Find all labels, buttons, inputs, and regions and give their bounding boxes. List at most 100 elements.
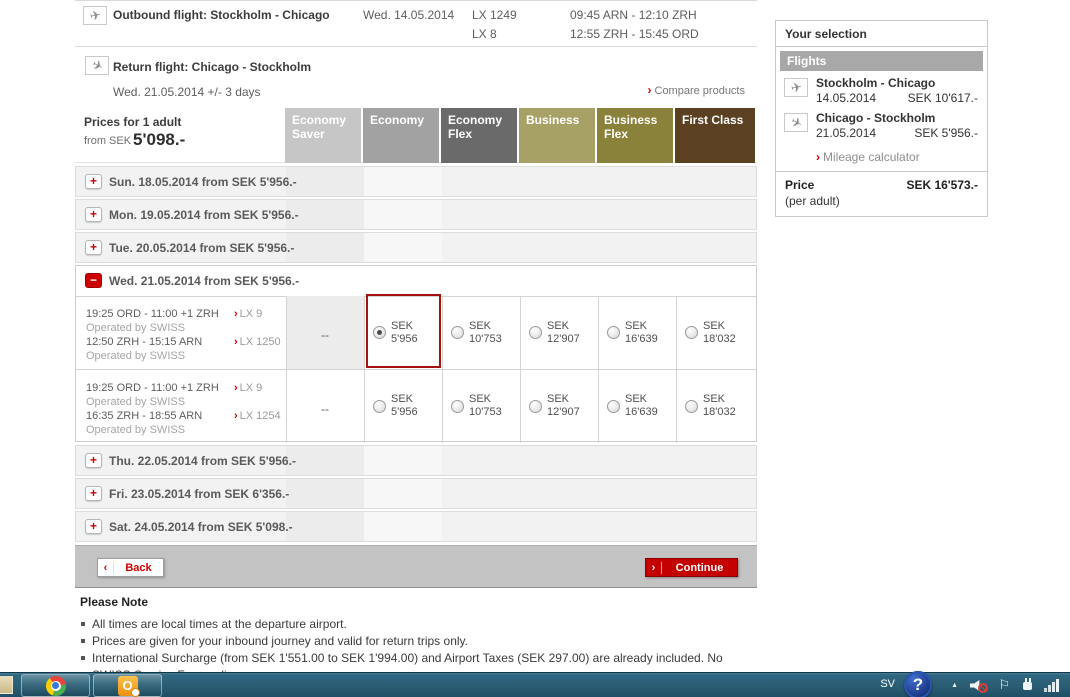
column-economy-flex: Economy Flex xyxy=(441,108,517,163)
arrival-plane-icon: ✈ xyxy=(784,113,808,132)
selected-return-route: Chicago - Stockholm xyxy=(816,111,935,125)
windows-taskbar: O SV ? ▲ ⚐ xyxy=(0,672,1070,697)
divider xyxy=(776,171,987,172)
date-row-fri[interactable]: + Fri. 23.05.2014 from SEK 6'356.- xyxy=(75,478,757,509)
forward-arrow-icon: › xyxy=(646,562,662,574)
radio-button[interactable] xyxy=(373,400,386,413)
screen: ✈ Outbound flight: Stockholm - Chicago W… xyxy=(0,0,1070,697)
departure-plane-icon: ✈ xyxy=(83,6,107,25)
radio-button[interactable] xyxy=(685,326,698,339)
back-arrow-icon: ‹ xyxy=(98,562,114,574)
radio-button[interactable] xyxy=(529,326,542,339)
link-arrow-icon: › xyxy=(234,336,238,348)
power-plug-icon[interactable] xyxy=(1020,678,1034,692)
price-label: Price xyxy=(785,178,814,192)
link-arrow-icon: › xyxy=(234,308,238,320)
link-arrow-icon: › xyxy=(648,83,652,97)
network-signal-icon[interactable] xyxy=(1044,679,1062,692)
outbound-date: Wed. 14.05.2014 xyxy=(363,8,454,22)
note-item: All times are local times at the departu… xyxy=(80,616,748,633)
fare-first-class-f1[interactable]: SEK 18'032 xyxy=(676,296,754,369)
per-adult-label: (per adult) xyxy=(785,194,840,208)
date-row-wed[interactable]: − Wed. 21.05.2014 from SEK 5'956.- xyxy=(76,266,756,296)
fare-business-flex-f1[interactable]: SEK 16'639 xyxy=(598,296,676,369)
radio-button[interactable] xyxy=(451,400,464,413)
your-selection-panel: Your selection Flights ✈ Stockholm - Chi… xyxy=(775,20,988,217)
return-flight-title: Return flight: Chicago - Stockholm xyxy=(113,60,311,74)
date-row-mon[interactable]: + Mon. 19.05.2014 from SEK 5'956.- xyxy=(75,199,757,230)
expand-button[interactable]: + xyxy=(85,240,102,255)
action-bar: ‹ Back › Continue xyxy=(75,545,757,588)
outbound-times-1: 09:45 ARN - 12:10 ZRH xyxy=(570,8,697,22)
date-row-sat[interactable]: + Sat. 24.05.2014 from SEK 5'098.- xyxy=(75,511,757,542)
column-shade xyxy=(286,446,364,475)
language-indicator[interactable]: SV xyxy=(880,678,895,690)
expand-button[interactable]: + xyxy=(85,207,102,222)
radio-button[interactable] xyxy=(685,400,698,413)
selected-outbound-price: SEK 10'617.- xyxy=(908,91,978,105)
column-shade xyxy=(286,233,364,262)
date-row-tue[interactable]: + Tue. 20.05.2014 from SEK 5'956.- xyxy=(75,232,757,263)
expanded-date-block: − Wed. 21.05.2014 from SEK 5'956.- 19:25… xyxy=(75,265,757,442)
arrival-plane-icon: ✈ xyxy=(85,56,109,75)
radio-button[interactable] xyxy=(451,326,464,339)
partial-taskbar-icon[interactable] xyxy=(0,676,13,694)
outbound-flight-number-2: LX 8 xyxy=(472,27,497,41)
link-arrow-icon: › xyxy=(234,382,238,394)
no-fare: -- xyxy=(286,328,364,342)
volume-muted-icon[interactable] xyxy=(970,678,988,693)
expand-button[interactable]: + xyxy=(85,486,102,501)
selected-outbound-route: Stockholm - Chicago xyxy=(816,76,935,90)
column-shade xyxy=(364,167,442,196)
chrome-taskbar-button[interactable] xyxy=(21,674,90,697)
no-fare: -- xyxy=(286,402,364,416)
return-date: Wed. 21.05.2014 +/- 3 days xyxy=(113,85,261,99)
collapse-button[interactable]: − xyxy=(85,273,102,288)
total-price: SEK 16'573.- xyxy=(906,178,978,192)
column-economy: Economy xyxy=(363,108,439,163)
fare-business-f2[interactable]: SEK 12'907 xyxy=(520,369,598,443)
radio-button[interactable] xyxy=(607,400,620,413)
show-hidden-icons-button[interactable]: ▲ xyxy=(951,682,958,689)
from-label: from SEK xyxy=(84,135,131,147)
mileage-calculator-link[interactable]: ›Mileage calculator xyxy=(816,150,920,164)
radio-button[interactable] xyxy=(373,326,386,339)
chrome-icon xyxy=(46,676,66,696)
flight-option-1-details: 19:25 ORD - 11:00 +1 ZRH›LX 9 Operated b… xyxy=(86,307,286,363)
back-button[interactable]: ‹ Back xyxy=(97,558,164,577)
expand-button[interactable]: + xyxy=(85,174,102,189)
selected-outbound-date: 14.05.2014 xyxy=(816,91,876,105)
column-shade xyxy=(364,512,442,541)
outbound-flight-number-1: LX 1249 xyxy=(472,8,517,22)
fare-business-flex-f2[interactable]: SEK 16'639 xyxy=(598,369,676,443)
column-business-flex: Business Flex xyxy=(597,108,673,163)
from-price: 5'098.- xyxy=(133,130,185,150)
expand-button[interactable]: + xyxy=(85,519,102,534)
fare-first-class-f2[interactable]: SEK 18'032 xyxy=(676,369,754,443)
prices-title: Prices for 1 adult xyxy=(84,115,181,129)
action-center-flag-icon[interactable]: ⚐ xyxy=(998,677,1010,693)
outlook-taskbar-button[interactable]: O xyxy=(93,674,162,697)
outbound-times-2: 12:55 ZRH - 15:45 ORD xyxy=(570,27,699,41)
compare-products-link[interactable]: ›Compare products xyxy=(648,83,746,97)
column-shade xyxy=(286,479,364,508)
fare-business-f1[interactable]: SEK 12'907 xyxy=(520,296,598,369)
date-row-thu[interactable]: + Thu. 22.05.2014 from SEK 5'956.- xyxy=(75,445,757,476)
fare-economy-flex-f2[interactable]: SEK 10'753 xyxy=(442,369,520,443)
selected-return-date: 21.05.2014 xyxy=(816,126,876,140)
radio-button[interactable] xyxy=(607,326,620,339)
selected-return-price: SEK 5'956.- xyxy=(914,126,978,140)
divider xyxy=(75,46,757,47)
fare-economy-f1[interactable]: SEK 5'956 xyxy=(364,296,442,369)
column-economy-saver: Economy Saver xyxy=(285,108,361,163)
note-item: Prices are given for your inbound journe… xyxy=(80,633,748,650)
continue-button[interactable]: › Continue xyxy=(645,558,738,577)
radio-button[interactable] xyxy=(529,400,542,413)
fare-economy-f2[interactable]: SEK 5'956 xyxy=(364,369,442,443)
fare-economy-flex-f1[interactable]: SEK 10'753 xyxy=(442,296,520,369)
expand-button[interactable]: + xyxy=(85,453,102,468)
column-shade xyxy=(364,479,442,508)
clock-overlay-icon xyxy=(131,688,140,697)
date-row-sun[interactable]: + Sun. 18.05.2014 from SEK 5'956.- xyxy=(75,166,757,197)
help-question-icon[interactable]: ? xyxy=(904,671,932,697)
